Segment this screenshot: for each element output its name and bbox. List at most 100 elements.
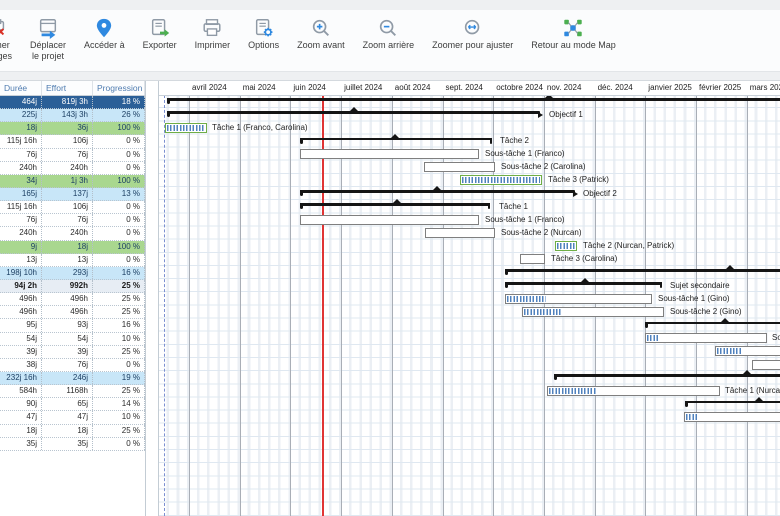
location-pin-icon xyxy=(92,16,116,40)
task-table: DuréeEffortProgression 464j819j 3h18 %22… xyxy=(0,81,146,516)
table-row-5[interactable]: 76j76j0 % xyxy=(0,149,145,162)
summary-bar-row-22[interactable] xyxy=(554,372,780,382)
task-bar-row-23[interactable] xyxy=(547,386,720,396)
progression-cell: 25 % xyxy=(93,346,145,358)
table-row-19[interactable]: 54j54j10 % xyxy=(0,333,145,346)
task-bar-row-25[interactable] xyxy=(684,412,780,422)
effort-cell: 293j xyxy=(42,267,93,279)
progression-cell: 16 % xyxy=(93,267,145,279)
duree-cell: 496h xyxy=(0,306,42,318)
column-header-progression[interactable]: Progression xyxy=(93,81,145,95)
bar-label-row-2: Objectif 1 xyxy=(549,109,583,121)
remove-margins-button[interactable]: primermarges xyxy=(0,16,21,61)
progress-fill xyxy=(549,388,596,394)
table-row-20[interactable]: 39j39j25 % xyxy=(0,346,145,359)
month-label: nov. 2024 xyxy=(547,81,582,95)
table-row-18[interactable]: 95j93j16 % xyxy=(0,319,145,332)
summary-bar-row-1[interactable] xyxy=(167,96,780,106)
table-row-16[interactable]: 496h496h25 % xyxy=(0,293,145,306)
task-bar-row-5[interactable] xyxy=(300,149,479,159)
table-row-6[interactable]: 240h240h0 % xyxy=(0,162,145,175)
gantt-view-window: primermargesDéplacerle projetAccéder àEx… xyxy=(0,0,780,516)
task-bar-row-3[interactable] xyxy=(165,123,207,133)
table-row-24[interactable]: 90j65j14 % xyxy=(0,398,145,411)
progress-fill xyxy=(717,348,742,354)
table-row-14[interactable]: 198j 10h293j16 % xyxy=(0,267,145,280)
table-row-12[interactable]: 9j18j100 % xyxy=(0,241,145,254)
summary-bar-row-14[interactable] xyxy=(505,267,780,277)
progression-cell: 13 % xyxy=(93,188,145,200)
table-row-26[interactable]: 18j18j25 % xyxy=(0,425,145,438)
summary-bar-row-8[interactable] xyxy=(300,188,575,198)
move-project-button[interactable]: Déplacerle projet xyxy=(21,16,75,61)
summary-peak-icon xyxy=(726,265,734,269)
task-bar-row-13[interactable] xyxy=(520,254,545,264)
back-to-map-button[interactable]: Retour au mode Map xyxy=(522,16,625,51)
task-bar-row-6[interactable] xyxy=(424,162,495,172)
month-label: sept. 2024 xyxy=(446,81,483,95)
table-row-25[interactable]: 47j47j10 % xyxy=(0,411,145,424)
summary-peak-icon xyxy=(721,318,729,322)
table-row-15[interactable]: 94j 2h992h25 % xyxy=(0,280,145,293)
table-row-3[interactable]: 18j36j100 % xyxy=(0,122,145,135)
task-bar-row-21[interactable] xyxy=(752,360,780,370)
column-header-durée[interactable]: Durée xyxy=(0,81,42,95)
summary-bar-row-9[interactable] xyxy=(300,201,490,211)
summary-bar-row-4[interactable] xyxy=(300,135,492,145)
summary-peak-icon xyxy=(581,278,589,282)
duree-cell: 35j xyxy=(0,438,42,450)
content-area: DuréeEffortProgression 464j819j 3h18 %22… xyxy=(0,80,780,516)
summary-start-hook xyxy=(300,138,303,144)
move-project-icon xyxy=(36,16,60,40)
zoom-fit-button[interactable]: Zoomer pour ajuster xyxy=(423,16,522,51)
table-row-2[interactable]: 225j143j 3h26 % xyxy=(0,109,145,122)
table-row-17[interactable]: 496h496h25 % xyxy=(0,306,145,319)
table-row-22[interactable]: 232j 16h246j19 % xyxy=(0,372,145,385)
progression-cell: 18 % xyxy=(93,96,145,108)
month-label: février 2025 xyxy=(699,81,741,95)
table-rows: 464j819j 3h18 %225j143j 3h26 %18j36j100 … xyxy=(0,96,145,451)
zoom-fit-icon xyxy=(461,16,485,40)
task-bar-row-19[interactable] xyxy=(645,333,767,343)
table-row-23[interactable]: 584h1168h25 % xyxy=(0,385,145,398)
month-gridline xyxy=(240,81,241,516)
column-header-effort[interactable]: Effort xyxy=(42,81,93,95)
task-bar-row-11[interactable] xyxy=(425,228,495,238)
zoom-out-icon xyxy=(377,17,399,39)
summary-bar-row-15[interactable] xyxy=(505,280,662,290)
task-bar-row-16[interactable] xyxy=(505,294,652,304)
zoom-out-button[interactable]: Zoom arrière xyxy=(354,16,424,51)
table-row-8[interactable]: 165j137j13 % xyxy=(0,188,145,201)
table-row-9[interactable]: 115j 16h106j0 % xyxy=(0,201,145,214)
table-row-4[interactable]: 115j 16h106j0 % xyxy=(0,135,145,148)
summary-bar-row-18[interactable] xyxy=(645,319,780,329)
table-row-1[interactable]: 464j819j 3h18 % xyxy=(0,96,145,109)
task-bar-row-7[interactable] xyxy=(460,175,542,185)
summary-bar-row-24[interactable] xyxy=(685,398,780,408)
table-row-27[interactable]: 35j35j0 % xyxy=(0,438,145,451)
duree-cell: 584h xyxy=(0,385,42,397)
table-row-11[interactable]: 240h240h0 % xyxy=(0,227,145,240)
table-row-13[interactable]: 13j13j0 % xyxy=(0,254,145,267)
progress-fill xyxy=(647,335,660,341)
table-row-7[interactable]: 34j1j 3h100 % xyxy=(0,175,145,188)
progression-cell: 100 % xyxy=(93,122,145,134)
go-to-button[interactable]: Accéder à xyxy=(75,16,134,51)
task-bar-row-17[interactable] xyxy=(522,307,664,317)
print-button[interactable]: Imprimer xyxy=(186,16,240,51)
move-project-label: Déplacer xyxy=(30,40,66,51)
map-mode-icon xyxy=(561,16,585,40)
table-row-10[interactable]: 76j76j0 % xyxy=(0,214,145,227)
task-bar-row-10[interactable] xyxy=(300,215,479,225)
export-button[interactable]: Exporter xyxy=(134,16,186,51)
bar-label-row-9: Tâche 1 xyxy=(499,201,528,213)
options-button[interactable]: Options xyxy=(239,16,288,51)
table-row-21[interactable]: 38j76j0 % xyxy=(0,359,145,372)
zoom-in-button[interactable]: Zoom avant xyxy=(288,16,354,51)
summary-line xyxy=(554,374,780,377)
summary-bar-row-2[interactable] xyxy=(167,109,540,119)
table-chart-splitter[interactable] xyxy=(146,81,159,516)
zoom-in-icon xyxy=(309,16,333,40)
task-bar-row-12[interactable] xyxy=(555,241,577,251)
task-bar-row-20[interactable] xyxy=(715,346,780,356)
